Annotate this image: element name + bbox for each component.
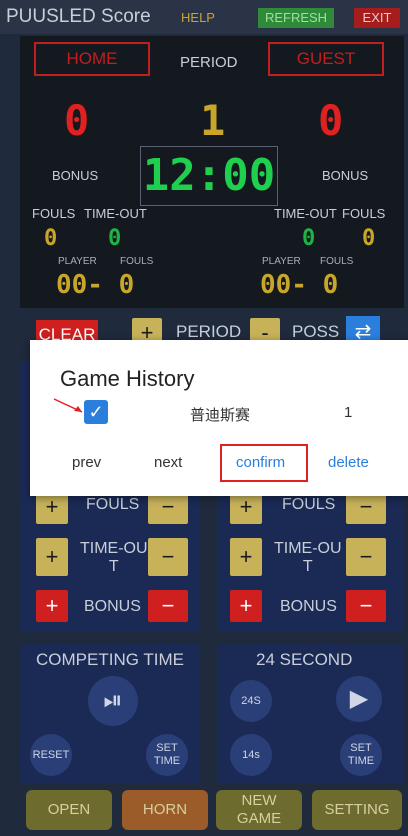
- home-team-label[interactable]: HOME: [34, 42, 150, 76]
- set-shot-time-button[interactable]: SET TIME: [340, 734, 382, 776]
- home-bonus-label: BONUS: [84, 598, 141, 615]
- guest-fouls-label: FOULS: [282, 496, 336, 513]
- open-button[interactable]: OPEN: [26, 790, 112, 830]
- player-fouls-right-label: FOULS: [320, 256, 354, 267]
- dialog-title: Game History: [60, 366, 195, 391]
- shot-24s-button[interactable]: 24S: [230, 680, 272, 722]
- guest-fouls-value: 0: [362, 226, 376, 251]
- player-right-label: PLAYER: [262, 256, 301, 267]
- timeout-left-label: TIME-OUT: [84, 206, 147, 221]
- period-value: 1: [200, 96, 226, 145]
- scoreboard-app: PUUSLED Score HELP REFRESH EXIT HOME PER…: [0, 0, 408, 836]
- home-timeout-plus-button[interactable]: +: [36, 538, 68, 576]
- period-label: PERIOD: [180, 54, 238, 71]
- home-fouls-label: FOULS: [86, 496, 140, 513]
- history-row-checkbox[interactable]: ✓: [84, 400, 108, 424]
- player-left-label: PLAYER: [58, 256, 97, 267]
- horn-button[interactable]: HORN: [122, 790, 208, 830]
- guest-timeout-minus-button[interactable]: −: [346, 538, 386, 576]
- confirm-button[interactable]: confirm: [236, 454, 285, 471]
- shot-14s-button[interactable]: 14s: [230, 734, 272, 776]
- setting-button[interactable]: SETTING: [312, 790, 402, 830]
- exit-button[interactable]: EXIT: [354, 8, 400, 28]
- home-timeout-minus-button[interactable]: −: [148, 538, 188, 576]
- fouls-left-label: FOULS: [32, 206, 76, 221]
- app-title: PUUSLED Score: [6, 6, 151, 27]
- guest-score: 0: [318, 96, 344, 145]
- player-left-value: 00- 0: [56, 270, 135, 300]
- player-fouls-left-label: FOULS: [120, 256, 154, 267]
- timeout-right-label: TIME-OUT: [274, 206, 337, 221]
- history-row-name: 普迪斯赛: [190, 407, 251, 424]
- set-game-time-button[interactable]: SET TIME: [146, 734, 188, 776]
- home-fouls-value: 0: [44, 226, 58, 251]
- possession-label: POSS: [292, 322, 340, 341]
- delete-button[interactable]: delete: [328, 454, 369, 471]
- home-score: 0: [64, 96, 90, 145]
- bonus-left-label: BONUS: [52, 168, 99, 183]
- help-button[interactable]: HELP: [176, 8, 220, 28]
- home-timeout-label: TIME-OU T: [80, 540, 148, 575]
- period-control-label: PERIOD: [176, 322, 242, 341]
- next-button[interactable]: next: [154, 454, 182, 471]
- home-bonus-plus-button[interactable]: +: [36, 590, 68, 622]
- shot-clock-title: 24 SECOND: [256, 650, 353, 669]
- guest-timeout-label: TIME-OU T: [274, 540, 342, 575]
- reset-button[interactable]: RESET: [30, 734, 72, 776]
- game-timer: 12:00: [140, 146, 278, 206]
- guest-bonus-minus-button[interactable]: −: [346, 590, 386, 622]
- guest-timeout-plus-button[interactable]: +: [230, 538, 262, 576]
- guest-team-label[interactable]: GUEST: [268, 42, 384, 76]
- refresh-button[interactable]: REFRESH: [258, 8, 334, 28]
- home-bonus-minus-button[interactable]: −: [148, 590, 188, 622]
- history-row-count: 1: [344, 404, 353, 421]
- guest-timeout-value: 0: [302, 226, 316, 251]
- player-right-value: 00- 0: [260, 270, 339, 300]
- bonus-right-label: BONUS: [322, 168, 369, 183]
- pointer-arrow-icon: [53, 398, 83, 413]
- guest-bonus-plus-button[interactable]: +: [230, 590, 262, 622]
- guest-bonus-label: BONUS: [280, 598, 337, 615]
- prev-button[interactable]: prev: [72, 454, 101, 471]
- fouls-right-label: FOULS: [342, 206, 386, 221]
- play-pause-icon[interactable]: ⏯: [88, 676, 138, 726]
- game-history-dialog: Game History ✓ 普迪斯赛 1 prev next confirm …: [30, 340, 408, 496]
- home-timeout-value: 0: [108, 226, 122, 251]
- new-game-button[interactable]: NEW GAME: [216, 790, 302, 830]
- shot-clock-play-icon[interactable]: ▶: [336, 676, 382, 722]
- competing-time-title: COMPETING TIME: [36, 650, 184, 669]
